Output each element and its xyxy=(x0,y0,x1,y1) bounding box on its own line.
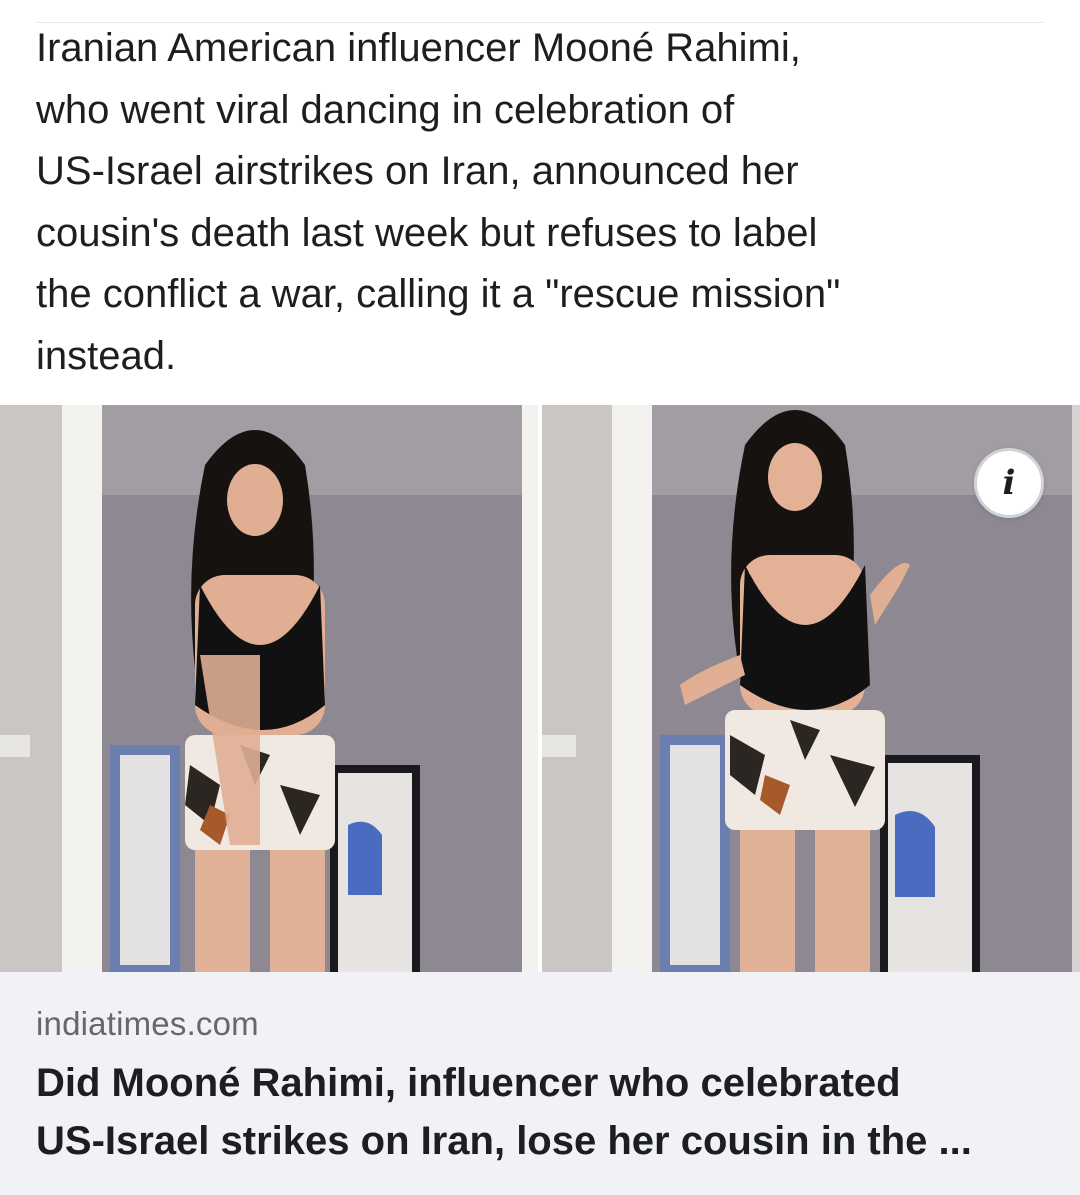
link-preview-image[interactable]: i xyxy=(0,405,1080,972)
video-frame-left xyxy=(0,405,540,972)
link-domain: indiatimes.com xyxy=(36,1005,259,1042)
post-text: Iranian American influencer Mooné Rahimi… xyxy=(36,26,841,378)
link-title[interactable]: Did Mooné Rahimi, influencer who celebra… xyxy=(36,1054,1046,1170)
info-button[interactable]: i xyxy=(974,448,1044,518)
link-preview-meta[interactable]: indiatimes.com Did Mooné Rahimi, influen… xyxy=(0,972,1080,1195)
info-icon: i xyxy=(1002,463,1016,503)
link-preview-card[interactable]: i indiatimes.com Did Mooné Rahimi, influ… xyxy=(0,405,1080,1195)
frame-seam xyxy=(538,405,542,972)
